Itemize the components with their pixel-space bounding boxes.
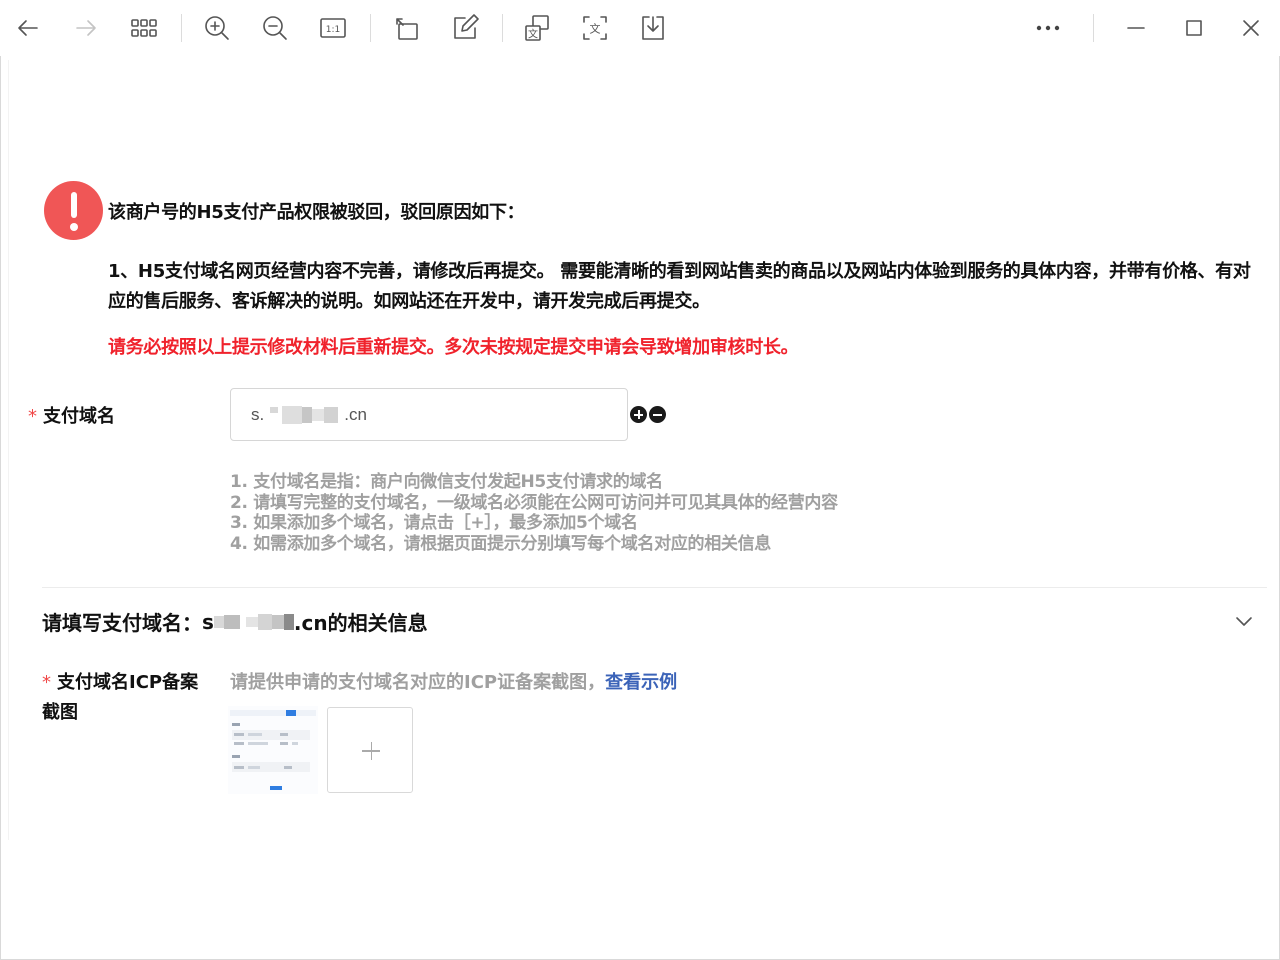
rotate-icon[interactable] (389, 10, 425, 46)
maximize-icon[interactable] (1176, 10, 1212, 46)
redacted-block (324, 406, 339, 423)
toolbar-separator (370, 14, 371, 42)
hint-line: 1. 支付域名是指：商户向微信支付发起H5支付请求的域名 (230, 472, 663, 492)
viewer-toolbar: 1:1 文 文 (0, 0, 1280, 56)
left-rule (8, 60, 9, 840)
back-arrow-icon[interactable] (10, 10, 46, 46)
hint-line: 2. 请填写完整的支付域名，一级域名必须能在公网可访问并可见其具体的经营内容 (230, 492, 838, 513)
redacted-block (271, 614, 284, 629)
actual-size-icon[interactable]: 1:1 (315, 10, 351, 46)
redacted-block (270, 406, 279, 413)
required-mark: * (28, 406, 37, 427)
rejection-reason: 1、H5支付域名网页经营内容不完善，请修改后再提交。 需要能清晰的看到网站售卖的… (108, 261, 1251, 312)
icp-hint: 请提供申请的支付域名对应的ICP证备案截图，查看示例 (230, 668, 677, 694)
redacted-block (223, 614, 240, 629)
more-icon[interactable] (1030, 10, 1066, 46)
translate-label: 文 (528, 28, 538, 41)
section-title-suffix: .cn的相关信息 (293, 611, 428, 635)
minimize-icon[interactable] (1118, 10, 1154, 46)
actual-size-label: 1:1 (326, 25, 340, 35)
redacted-block (245, 616, 258, 627)
zoom-out-icon[interactable] (257, 10, 293, 46)
redacted-block (257, 613, 272, 630)
toolbar-separator (502, 14, 503, 42)
redacted-block (282, 405, 303, 424)
domain-field-label: * 支付域名 (28, 402, 115, 428)
toolbar-separator (181, 14, 182, 42)
upload-image-button[interactable] (327, 707, 413, 793)
redacted-block (302, 406, 313, 423)
rejection-warning: 请务必按照以上提示修改材料后重新提交。多次未按规定提交申请会导致增加审核时长。 (108, 337, 799, 358)
hint-line: 3. 如果添加多个域名，请点击［+］，最多添加5个域名 (230, 513, 638, 533)
redacted-block (283, 613, 294, 630)
ocr-text-icon[interactable]: 文 (577, 10, 613, 46)
ocr-label: 文 (590, 22, 601, 36)
section-divider (42, 587, 1267, 588)
zoom-in-icon[interactable] (199, 10, 235, 46)
domain-info-section-title[interactable]: 请填写支付域名： s .cn的相关信息 (42, 607, 428, 636)
icp-label-line1: 支付域名ICP备案 (57, 672, 199, 693)
icp-screenshot-thumbnail[interactable] (228, 706, 318, 794)
domain-suffix: .cn (344, 404, 367, 424)
section-title-domain-start: s (202, 609, 214, 634)
redacted-block (312, 408, 325, 421)
rejection-title: 该商户号的H5支付产品权限被驳回，驳回原因如下： (108, 202, 525, 223)
add-domain-button[interactable] (630, 406, 647, 423)
close-icon[interactable] (1233, 10, 1269, 46)
icp-label-line2: 截图 (42, 702, 78, 723)
translate-icon[interactable]: 文 (519, 10, 555, 46)
edit-icon[interactable] (447, 10, 483, 46)
section-title-prefix: 请填写支付域名： (42, 611, 202, 635)
required-mark: * (42, 672, 51, 693)
domain-prefix: s. (251, 404, 265, 424)
grid-view-icon[interactable] (126, 10, 162, 46)
toolbar-separator (1093, 14, 1094, 42)
redacted-block (213, 615, 224, 628)
chevron-down-icon[interactable] (1233, 610, 1255, 632)
domain-label-text: 支付域名 (43, 406, 115, 427)
icp-hint-text: 请提供申请的支付域名对应的ICP证备案截图， (230, 672, 606, 693)
download-icon[interactable] (635, 10, 671, 46)
domain-input[interactable]: s. .cn (230, 388, 628, 441)
icp-field-label: * 支付域名ICP备案 截图 (42, 668, 198, 728)
hint-line: 4. 如需添加多个域名，请根据页面提示分别填写每个域名对应的相关信息 (230, 533, 772, 554)
view-example-link[interactable]: 查看示例 (605, 672, 677, 693)
domain-hints: 1. 支付域名是指：商户向微信支付发起H5支付请求的域名 2. 请填写完整的支付… (230, 472, 838, 554)
remove-domain-button[interactable] (649, 406, 666, 423)
error-alert-icon (44, 181, 103, 240)
forward-arrow-icon[interactable] (68, 10, 104, 46)
